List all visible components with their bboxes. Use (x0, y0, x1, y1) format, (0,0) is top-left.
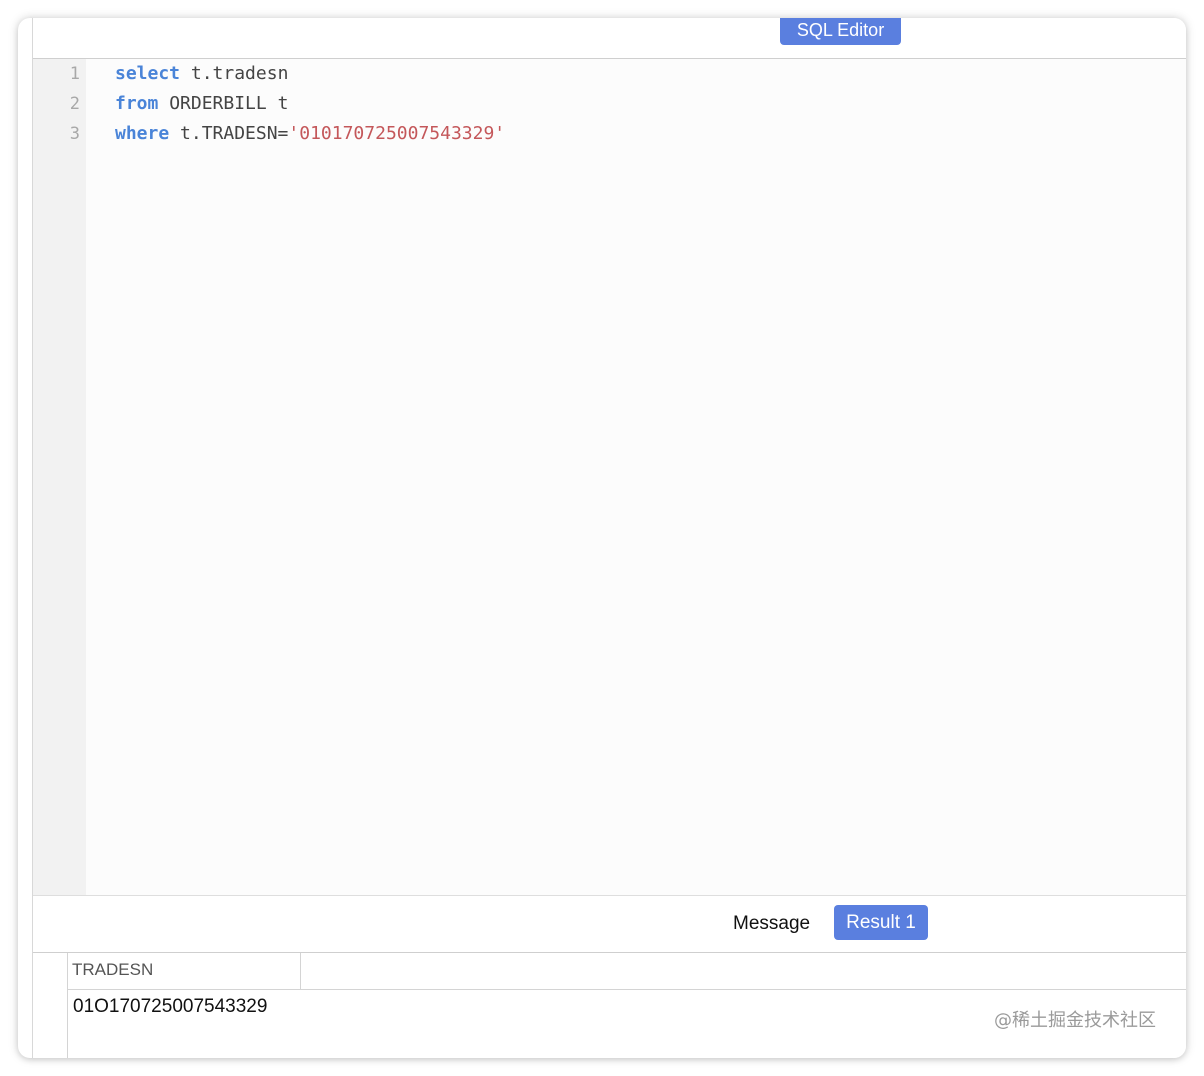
line-number: 1 (69, 64, 80, 84)
code-line[interactable]: where t.TRADESN='010170725007543329' (115, 119, 505, 149)
result-grid: TRADESN 01O170725007543329 @稀土掘金技术社区 (33, 953, 1186, 1058)
line-number: 2 (69, 94, 80, 114)
sql-text: t.tradesn (180, 63, 289, 84)
row-number-column (33, 953, 68, 1058)
grid-header: TRADESN (68, 953, 1186, 990)
sql-keyword: select (115, 63, 181, 84)
code-line[interactable]: from ORDERBILL t (115, 89, 288, 119)
sql-text: ORDERBILL t (158, 93, 289, 114)
sql-keyword: from (115, 93, 159, 114)
line-number: 3 (69, 124, 80, 144)
result-tab-bar: Message Result 1 (33, 896, 1186, 953)
sql-editor-window: SQL Editor 1 2 3 select t.tradesn from O… (18, 18, 1186, 1058)
window-title-tab[interactable]: SQL Editor (780, 18, 901, 45)
sql-string-literal: '010170725007543329' (288, 123, 506, 144)
tab-message[interactable]: Message (733, 909, 810, 939)
toolbar: SQL Editor (33, 18, 1186, 59)
table-cell-tradesn[interactable]: 01O170725007543329 (73, 990, 267, 1024)
sql-keyword: where (115, 123, 170, 144)
code-line[interactable]: select t.tradesn (115, 59, 288, 89)
sql-text: t.TRADESN= (169, 123, 289, 144)
watermark: @稀土掘金技术社区 (994, 1010, 1156, 1031)
column-header-tradesn[interactable]: TRADESN (68, 953, 301, 989)
tab-result-1[interactable]: Result 1 (834, 905, 928, 940)
sql-code-editor[interactable]: 1 2 3 select t.tradesn from ORDERBILL t … (33, 59, 1186, 896)
line-number-gutter: 1 2 3 (33, 59, 86, 895)
